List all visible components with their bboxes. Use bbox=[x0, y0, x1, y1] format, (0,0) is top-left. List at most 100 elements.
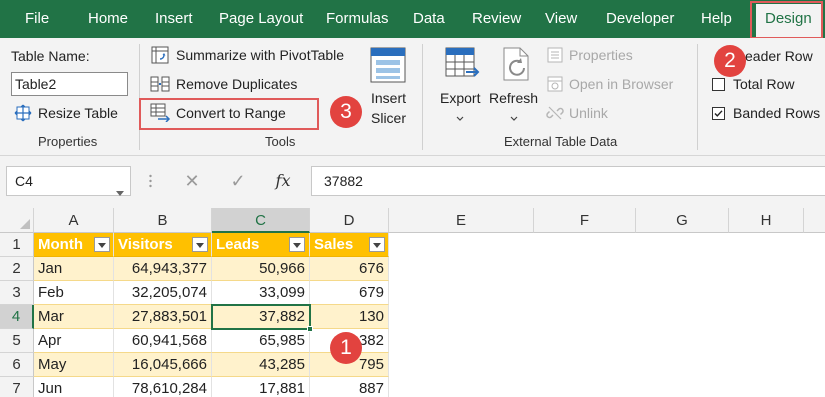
table-cell[interactable]: 16,045,666 bbox=[114, 353, 212, 377]
column-header-c[interactable]: C bbox=[212, 208, 310, 233]
table-cell[interactable]: 33,099 bbox=[212, 281, 310, 305]
table-cell[interactable]: Apr bbox=[34, 329, 114, 353]
table-cell[interactable]: 32,205,074 bbox=[114, 281, 212, 305]
header-text: Visitors bbox=[118, 236, 173, 253]
callout-badge-2: 2 bbox=[714, 45, 746, 77]
column-header-b[interactable]: B bbox=[114, 208, 212, 233]
pivot-table-icon bbox=[150, 45, 170, 68]
column-header-e[interactable]: E bbox=[389, 208, 534, 233]
table-cell[interactable]: 78,610,284 bbox=[114, 377, 212, 397]
banded-rows-label: Banded Rows bbox=[733, 105, 821, 121]
table-cell[interactable]: 65,985 bbox=[212, 329, 310, 353]
group-divider bbox=[139, 44, 140, 150]
formula-bar: C4 ✕ ✓ fx 37882 bbox=[0, 156, 825, 208]
row-header-3[interactable]: 3 bbox=[0, 281, 34, 305]
column-header-g[interactable]: G bbox=[636, 208, 729, 233]
table-cell[interactable]: 60,941,568 bbox=[114, 329, 212, 353]
convert-to-range-highlight bbox=[139, 98, 319, 130]
table-cell[interactable]: May bbox=[34, 353, 114, 377]
export-icon bbox=[444, 46, 480, 85]
properties-button[interactable]: Properties bbox=[569, 47, 633, 63]
row-header-4[interactable]: 4 bbox=[0, 305, 34, 329]
export-button[interactable]: Export bbox=[440, 90, 480, 106]
row-header-2[interactable]: 2 bbox=[0, 257, 34, 281]
table-cell[interactable]: Feb bbox=[34, 281, 114, 305]
table-cell[interactable]: 130 bbox=[310, 305, 389, 329]
tab-page-layout[interactable]: Page Layout bbox=[219, 0, 303, 38]
select-all-corner[interactable] bbox=[0, 208, 34, 233]
cell-reference: C4 bbox=[15, 173, 33, 189]
tab-help[interactable]: Help bbox=[701, 0, 732, 38]
table-cell[interactable]: 887 bbox=[310, 377, 389, 397]
tab-view[interactable]: View bbox=[545, 0, 577, 38]
table-cell[interactable]: 64,943,377 bbox=[114, 257, 212, 281]
filter-dropdown-month[interactable] bbox=[94, 237, 110, 252]
remove-duplicates-icon bbox=[150, 74, 170, 97]
filter-dropdown-sales[interactable] bbox=[369, 237, 385, 252]
refresh-icon bbox=[498, 46, 534, 85]
summarize-pivottable-button[interactable]: Summarize with PivotTable bbox=[176, 47, 344, 63]
tools-group-label: Tools bbox=[265, 134, 296, 149]
total-row-checkbox[interactable] bbox=[712, 78, 725, 91]
confirm-entry-icon[interactable]: ✓ bbox=[223, 166, 253, 196]
column-header-d[interactable]: D bbox=[310, 208, 389, 233]
total-row-label: Total Row bbox=[733, 76, 795, 92]
design-tab-highlight bbox=[750, 1, 823, 39]
header-text: Sales bbox=[314, 236, 354, 253]
filter-dropdown-leads[interactable] bbox=[289, 237, 305, 252]
chevron-down-icon[interactable] bbox=[116, 178, 124, 206]
row-header-5[interactable]: 5 bbox=[0, 329, 34, 353]
unlink-icon bbox=[546, 104, 564, 125]
open-in-browser-icon bbox=[546, 75, 564, 96]
ribbon: Table Name: Table2 Resize Table Properti… bbox=[0, 38, 825, 156]
tab-home[interactable]: Home bbox=[88, 0, 128, 38]
table-cell[interactable]: Mar bbox=[34, 305, 114, 329]
tab-insert[interactable]: Insert bbox=[155, 0, 193, 38]
fill-handle[interactable] bbox=[307, 326, 313, 332]
resize-table-button[interactable]: Resize Table bbox=[38, 105, 118, 121]
refresh-button[interactable]: Refresh bbox=[489, 90, 538, 106]
column-header-a[interactable]: A bbox=[34, 208, 114, 233]
row-header-6[interactable]: 6 bbox=[0, 353, 34, 377]
table-cell[interactable]: 676 bbox=[310, 257, 389, 281]
cancel-entry-icon[interactable]: ✕ bbox=[177, 166, 207, 196]
header-row-label: eader Row bbox=[745, 48, 813, 64]
table-cell[interactable]: Jan bbox=[34, 257, 114, 281]
table-cell[interactable]: 43,285 bbox=[212, 353, 310, 377]
unlink-button[interactable]: Unlink bbox=[569, 105, 608, 121]
tab-review[interactable]: Review bbox=[472, 0, 521, 38]
row-header-7[interactable]: 7 bbox=[0, 377, 34, 397]
row-header-1[interactable]: 1 bbox=[0, 233, 34, 257]
filter-dropdown-visitors[interactable] bbox=[192, 237, 208, 252]
table-cell[interactable]: 50,966 bbox=[212, 257, 310, 281]
insert-slicer-label-1[interactable]: Insert bbox=[371, 90, 406, 106]
group-divider bbox=[697, 44, 698, 150]
insert-slicer-label-2[interactable]: Slicer bbox=[371, 110, 406, 126]
tab-developer[interactable]: Developer bbox=[606, 0, 674, 38]
properties-icon bbox=[546, 46, 564, 67]
more-options-icon bbox=[149, 174, 152, 191]
table-cell[interactable]: 679 bbox=[310, 281, 389, 305]
table-cell[interactable]: Jun bbox=[34, 377, 114, 397]
table-name-input[interactable]: Table2 bbox=[11, 72, 128, 96]
insert-function-button[interactable]: fx bbox=[268, 166, 298, 196]
tab-formulas[interactable]: Formulas bbox=[326, 0, 389, 38]
column-header-h[interactable]: H bbox=[729, 208, 804, 233]
name-box[interactable]: C4 bbox=[6, 166, 131, 196]
remove-duplicates-button[interactable]: Remove Duplicates bbox=[176, 76, 297, 92]
header-text: Leads bbox=[216, 236, 260, 253]
active-cell-border bbox=[211, 304, 311, 330]
formula-input[interactable]: 37882 bbox=[311, 166, 825, 196]
refresh-chevron-down-icon bbox=[509, 110, 519, 126]
column-header-f[interactable]: F bbox=[534, 208, 636, 233]
export-chevron-down-icon bbox=[455, 110, 465, 126]
table-cell[interactable]: 17,881 bbox=[212, 377, 310, 397]
table-resize-handle[interactable] bbox=[383, 392, 389, 397]
open-in-browser-button[interactable]: Open in Browser bbox=[569, 76, 673, 92]
tab-data[interactable]: Data bbox=[413, 0, 445, 38]
banded-rows-checkbox[interactable] bbox=[712, 107, 725, 120]
callout-badge-3: 3 bbox=[330, 96, 362, 128]
tab-file[interactable]: File bbox=[25, 0, 49, 38]
table-cell[interactable]: 27,883,501 bbox=[114, 305, 212, 329]
callout-badge-1: 1 bbox=[330, 332, 362, 364]
